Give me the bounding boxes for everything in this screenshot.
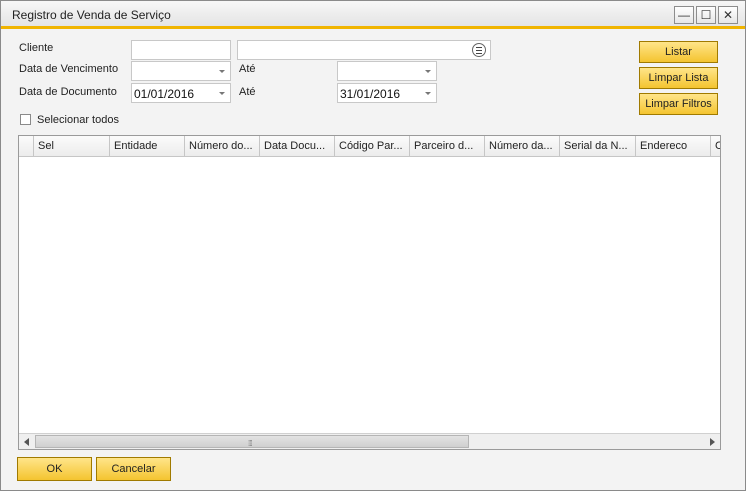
minimize-button[interactable]: —	[674, 6, 694, 24]
grid-header-next-column[interactable]: C	[711, 136, 720, 157]
limpar-lista-button[interactable]: Limpar Lista	[639, 67, 718, 89]
cliente-name-input[interactable]	[237, 40, 491, 60]
chevron-down-icon	[425, 92, 431, 95]
maximize-button[interactable]: ☐	[696, 6, 716, 24]
maximize-icon: ☐	[700, 8, 712, 22]
grid-header-numero-documento[interactable]: Número do...	[185, 136, 260, 157]
title-bar[interactable]: Registro de Venda de Serviço — ☐ ✕	[1, 1, 745, 29]
scroll-thumb[interactable]: ⁞⁞⁞	[35, 435, 469, 448]
grid-header-entidade[interactable]: Entidade	[110, 136, 185, 157]
documento-to-value: 31/01/2016	[340, 87, 401, 101]
grid-header-data-documento[interactable]: Data Docu...	[260, 136, 335, 157]
grid-header-endereco[interactable]: Endereco	[636, 136, 711, 157]
vencimento-to-field[interactable]	[337, 61, 437, 81]
vencimento-label: Data de Vencimento	[19, 63, 119, 75]
chevron-down-icon	[219, 92, 225, 95]
minimize-icon: —	[678, 8, 690, 22]
documento-from-field[interactable]: 01/01/2016	[131, 83, 231, 103]
limpar-filtros-button[interactable]: Limpar Filtros	[639, 93, 718, 115]
scroll-right-icon[interactable]	[710, 438, 715, 446]
selecionar-todos-label: Selecionar todos	[37, 114, 119, 126]
scroll-left-icon[interactable]	[24, 438, 29, 446]
chevron-down-icon	[425, 70, 431, 73]
grid-header-serial-nota[interactable]: Serial da N...	[560, 136, 636, 157]
documento-from-value: 01/01/2016	[134, 87, 195, 101]
choose-from-list-icon[interactable]	[472, 43, 486, 57]
documento-to-field[interactable]: 31/01/2016	[337, 83, 437, 103]
grid-header-sel[interactable]: Sel	[34, 136, 110, 157]
grip-icon: ⁞⁞⁞	[248, 439, 253, 448]
window-title: Registro de Venda de Serviço	[12, 8, 171, 22]
close-icon: ✕	[722, 8, 734, 22]
cancelar-button[interactable]: Cancelar	[96, 457, 171, 481]
chevron-down-icon	[219, 70, 225, 73]
ok-button[interactable]: OK	[17, 457, 92, 481]
vencimento-from-field[interactable]	[131, 61, 231, 81]
dialog-window: Registro de Venda de Serviço — ☐ ✕ Clien…	[0, 0, 746, 491]
vencimento-ate-label: Até	[239, 63, 256, 75]
cliente-label: Cliente	[19, 42, 54, 54]
grid-header-numero-nota[interactable]: Número da...	[485, 136, 560, 157]
selecionar-todos-checkbox[interactable]	[20, 114, 31, 125]
documento-label: Data de Documento	[19, 86, 117, 98]
horizontal-scrollbar[interactable]: ⁞⁞⁞	[19, 433, 720, 449]
grid-header-parceiro[interactable]: Parceiro d...	[410, 136, 485, 157]
cliente-code-input[interactable]	[131, 40, 231, 60]
documento-ate-label: Até	[239, 86, 256, 98]
close-button[interactable]: ✕	[718, 6, 738, 24]
listar-button[interactable]: Listar	[639, 41, 718, 63]
grid-header-codigo-parceiro[interactable]: Código Par...	[335, 136, 410, 157]
results-grid[interactable]: Sel Entidade Número do... Data Docu... C…	[18, 135, 721, 450]
grid-header-rownum	[19, 136, 34, 157]
grid-header: Sel Entidade Número do... Data Docu... C…	[19, 136, 720, 157]
